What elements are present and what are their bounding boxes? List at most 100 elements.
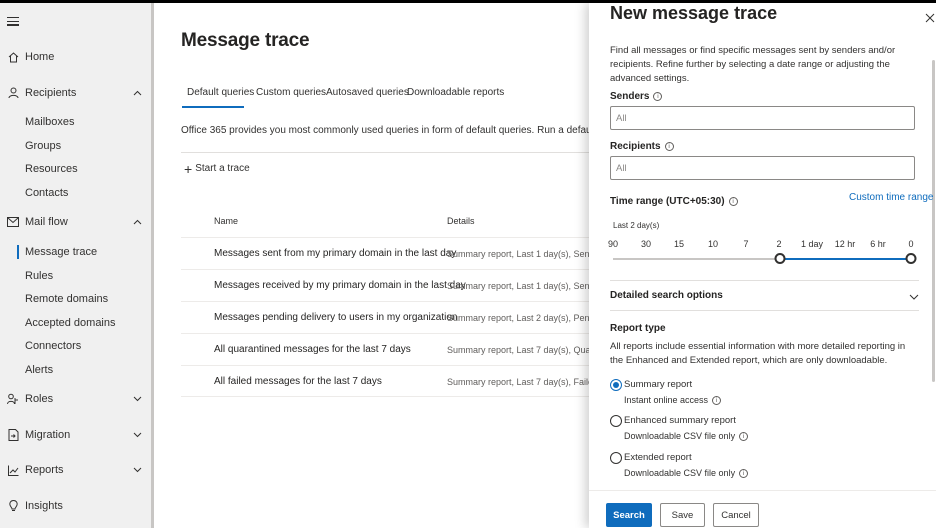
- custom-time-range-link[interactable]: Custom time range: [849, 192, 933, 203]
- nav-label-roles: Roles: [25, 393, 54, 405]
- table-row[interactable]: All quarantined messages for the last 7 …: [181, 333, 591, 365]
- slider-tick-label: 1 day: [800, 239, 824, 249]
- time-range-label: Time range (UTC+05:30) i: [610, 196, 738, 207]
- radio-button-checked[interactable]: [610, 379, 622, 391]
- senders-input[interactable]: [610, 106, 915, 130]
- new-message-trace-panel: New message trace Find all messages or f…: [589, 3, 936, 528]
- top-border: [0, 0, 936, 3]
- recipients-label: Recipients i: [610, 141, 674, 152]
- save-button[interactable]: Save: [660, 503, 705, 527]
- slider-start-handle[interactable]: [774, 253, 786, 264]
- tab-autosaved-queries[interactable]: Autosaved queries: [326, 87, 409, 98]
- nav-item-mailboxes[interactable]: Mailboxes: [0, 111, 150, 133]
- chevron-up-icon[interactable]: [132, 88, 142, 98]
- chevron-down-icon: [909, 290, 919, 300]
- slider-tick-label: 10: [707, 239, 719, 249]
- tab-default-queries[interactable]: Default queries: [187, 87, 254, 98]
- tab-custom-queries[interactable]: Custom queries: [256, 87, 326, 98]
- radio-button[interactable]: [610, 452, 622, 464]
- nav-item-connectors[interactable]: Connectors: [0, 335, 150, 357]
- info-icon[interactable]: i: [653, 92, 663, 101]
- info-icon[interactable]: i: [739, 468, 749, 478]
- slider-end-handle[interactable]: [905, 253, 917, 264]
- table-row[interactable]: Messages sent from my primary domain in …: [181, 237, 591, 269]
- nav-item-mail-flow[interactable]: Mail flow: [0, 211, 150, 233]
- nav-item-alerts[interactable]: Alerts: [0, 359, 150, 381]
- close-icon[interactable]: [925, 12, 935, 23]
- nav-item-migration[interactable]: Migration: [0, 424, 150, 446]
- panel-title: New message trace: [610, 3, 778, 23]
- radio-sub-text: Downloadable CSV file only: [624, 468, 736, 478]
- mail-icon: [7, 215, 19, 229]
- row-name: Messages pending delivery to users in my…: [214, 312, 458, 323]
- nav-item-home[interactable]: Home: [0, 46, 150, 68]
- person-icon: [7, 86, 19, 100]
- info-icon[interactable]: i: [664, 142, 674, 151]
- recipients-input[interactable]: [610, 156, 915, 180]
- chevron-down-icon[interactable]: [132, 394, 142, 404]
- tab-selected-underline: [182, 106, 244, 108]
- start-trace-button[interactable]: + Start a trace: [184, 160, 250, 177]
- chevron-down-icon[interactable]: [132, 430, 142, 440]
- slider-tick-label: 15: [673, 239, 685, 249]
- radio-sub-label: Downloadable CSV file only i: [624, 431, 749, 441]
- nav-item-remote-domains[interactable]: Remote domains: [0, 288, 150, 310]
- nav-label-groups: Groups: [25, 140, 62, 152]
- radio-button[interactable]: [610, 415, 622, 427]
- nav-item-recipients[interactable]: Recipients: [0, 82, 150, 104]
- radio-sub-label: Instant online access i: [624, 395, 722, 405]
- nav-item-message-trace[interactable]: Message trace: [0, 241, 150, 263]
- nav-label-insights: Insights: [25, 500, 63, 512]
- start-trace-label: Start a trace: [195, 163, 250, 174]
- nav-item-accepted-domains[interactable]: Accepted domains: [0, 312, 150, 334]
- table-row[interactable]: Messages received by my primary domain i…: [181, 269, 591, 301]
- row-details: Summary report, Last 7 day(s), Failed, S…: [447, 377, 591, 387]
- detailed-search-options-toggle[interactable]: Detailed search options: [610, 285, 919, 305]
- nav-scrollbar[interactable]: [151, 3, 154, 528]
- nav-item-groups[interactable]: Groups: [0, 135, 150, 157]
- slider-tick-label: 7: [743, 239, 749, 249]
- divider: [181, 152, 591, 153]
- info-icon[interactable]: i: [739, 431, 749, 441]
- chevron-up-icon[interactable]: [132, 217, 142, 227]
- time-range-slider-fill: [780, 258, 911, 260]
- nav-label-migration: Migration: [25, 429, 71, 441]
- row-name: Messages received by my primary domain i…: [214, 280, 466, 291]
- panel-scrollbar[interactable]: [932, 60, 935, 382]
- nav-label-home: Home: [25, 51, 55, 63]
- nav-item-contacts[interactable]: Contacts: [0, 182, 150, 204]
- home-icon: [7, 50, 19, 64]
- nav-item-rules[interactable]: Rules: [0, 265, 150, 287]
- chevron-down-icon[interactable]: [132, 465, 142, 475]
- page-title: Message trace: [181, 30, 310, 51]
- radio-sub-text: Instant online access: [624, 395, 709, 405]
- nav-label-recipients: Recipients: [25, 87, 77, 99]
- migration-icon: [7, 428, 19, 442]
- nav-label-accepted-domains: Accepted domains: [25, 317, 116, 329]
- plus-icon: +: [184, 160, 193, 177]
- info-icon[interactable]: i: [712, 395, 722, 405]
- panel-description: Find all messages or find specific messa…: [610, 45, 896, 84]
- column-header-name[interactable]: Name: [214, 216, 238, 226]
- column-header-details[interactable]: Details: [447, 216, 475, 226]
- search-button[interactable]: Search: [606, 503, 652, 527]
- nav-item-roles[interactable]: Roles: [0, 388, 150, 410]
- row-name: Messages sent from my primary domain in …: [214, 248, 457, 259]
- time-range-summary: Last 2 day(s): [613, 221, 660, 230]
- cancel-button[interactable]: Cancel: [713, 503, 759, 527]
- radio-label: Extended report: [624, 452, 692, 463]
- table-row[interactable]: Messages pending delivery to users in my…: [181, 301, 591, 333]
- tab-downloadable-reports[interactable]: Downloadable reports: [407, 87, 504, 98]
- row-details: Summary report, Last 7 day(s), Quarantin…: [447, 345, 591, 355]
- divider: [610, 310, 919, 311]
- info-icon[interactable]: i: [728, 197, 738, 206]
- nav-item-resources[interactable]: Resources: [0, 158, 150, 180]
- nav-item-reports[interactable]: Reports: [0, 459, 150, 481]
- nav-item-insights[interactable]: Insights: [0, 495, 150, 517]
- hamburger-menu-icon[interactable]: [7, 17, 19, 29]
- table-row[interactable]: All failed messages for the last 7 days …: [181, 365, 591, 397]
- radio-sub-label: Downloadable CSV file only i: [624, 468, 749, 478]
- slider-tick-label: 12 hr: [834, 239, 856, 249]
- footer-divider: [589, 490, 936, 491]
- nav-label-remote-domains: Remote domains: [25, 293, 109, 305]
